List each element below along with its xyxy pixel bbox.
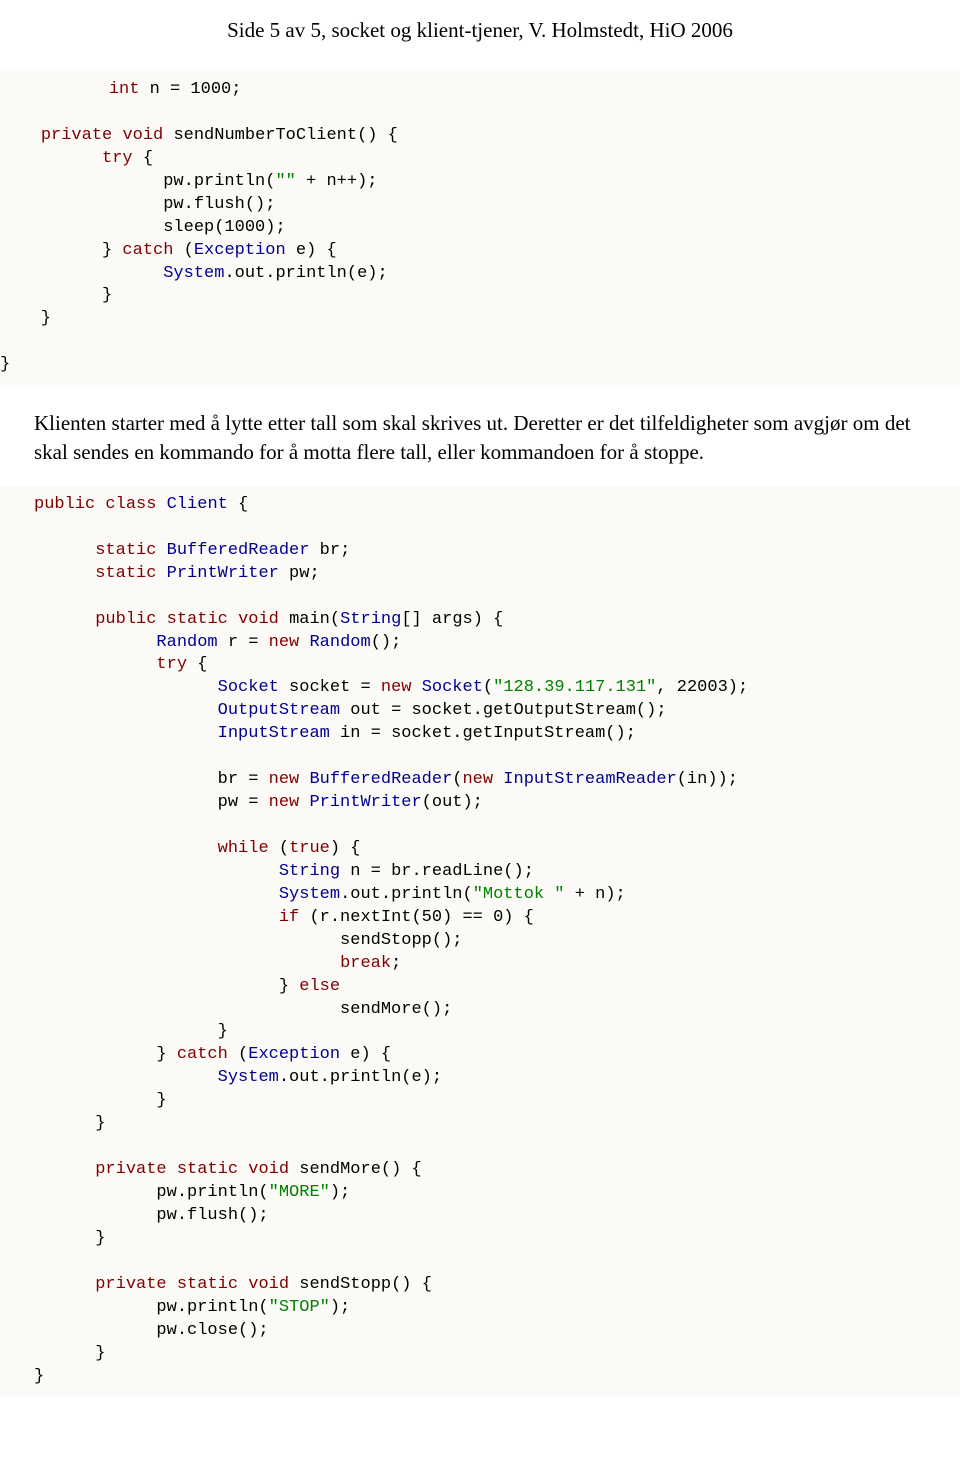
page-header: Side 5 av 5, socket og klient-tjener, V.… [0, 0, 960, 71]
page: Side 5 av 5, socket og klient-tjener, V.… [0, 0, 960, 1484]
code-block-2: public class Client { static BufferedRea… [0, 486, 960, 1397]
paragraph-1: Klienten starter med å lytte etter tall … [0, 385, 960, 486]
code-block-1: int n = 1000; private void sendNumberToC… [0, 71, 960, 385]
